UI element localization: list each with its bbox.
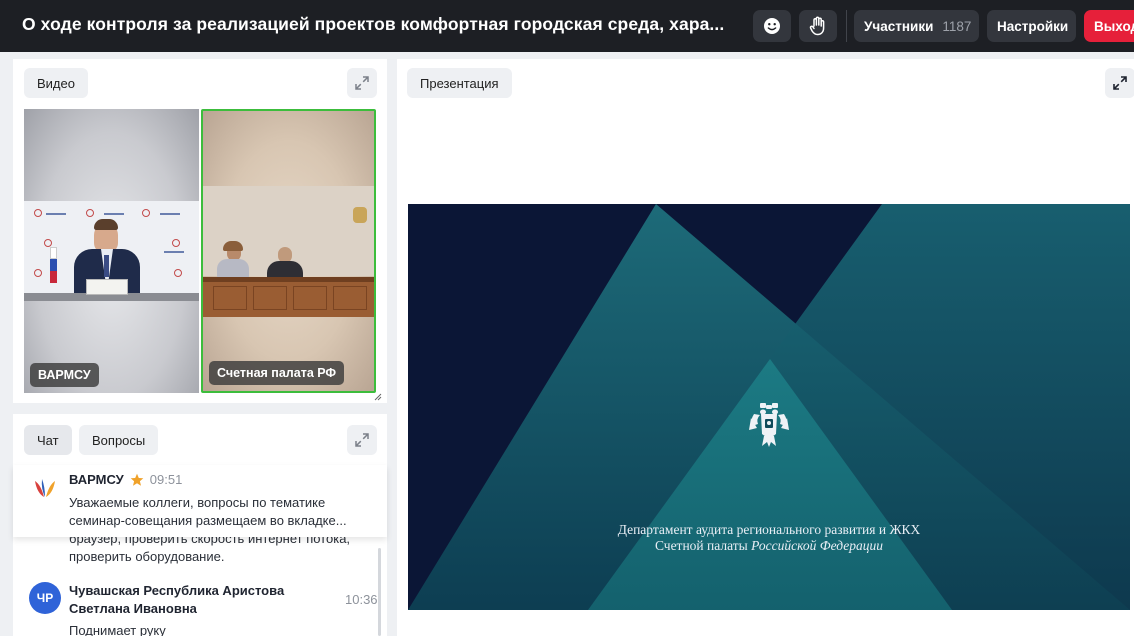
raise-hand-icon <box>809 16 825 36</box>
video-tile-label: Счетная палата РФ <box>209 361 345 385</box>
presentation-slide: Департамент аудита регионального развити… <box>408 204 1130 610</box>
emblem <box>353 207 367 223</box>
chat-message-time: 10:36 <box>345 592 378 607</box>
presentation-expand-button[interactable] <box>1105 68 1134 98</box>
tab-video[interactable]: Видео <box>24 68 88 98</box>
participants-count: 1187 <box>942 18 972 34</box>
tab-questions[interactable]: Вопросы <box>79 425 159 455</box>
participants-button[interactable]: Участники 1187 <box>854 10 979 42</box>
avatar: ЧР <box>29 582 61 614</box>
raise-hand-button[interactable] <box>799 10 837 42</box>
pinned-text: Уважаемые коллеги, вопросы по тематике с… <box>69 495 347 528</box>
tab-video-label: Видео <box>37 75 75 91</box>
star-icon <box>130 473 144 486</box>
page-title: О ходе контроля за реализацией проектов … <box>22 14 725 34</box>
tab-chat-label: Чат <box>37 432 59 448</box>
chat-message-text: Поднимает руку <box>69 623 166 636</box>
video-tile-schetnaya-palata[interactable]: Счетная палата РФ <box>201 109 376 393</box>
pinned-author: ВАРМСУ <box>69 472 124 487</box>
russian-coat-of-arms-icon <box>749 403 789 447</box>
tab-chat[interactable]: Чат <box>24 425 72 455</box>
pinned-time: 09:51 <box>149 472 183 487</box>
chat-scrollbar[interactable] <box>378 548 381 636</box>
settings-button[interactable]: Настройки <box>987 10 1076 42</box>
video-expand-button[interactable] <box>347 68 377 98</box>
expand-icon <box>1113 76 1127 90</box>
expand-icon <box>355 433 369 447</box>
settings-label: Настройки <box>997 18 1069 34</box>
chat-message-author: Чувашская Республика Аристова Светлана И… <box>69 583 285 616</box>
tab-presentation[interactable]: Презентация <box>407 68 512 98</box>
avatar-initials: ЧР <box>36 591 54 605</box>
tab-questions-label: Вопросы <box>92 432 146 448</box>
top-bar: О ходе контроля за реализацией проектов … <box>0 0 1134 52</box>
slide-department-line: Департамент аудита регионального развити… <box>617 522 921 537</box>
slide-federation-text: Российской Федерации <box>751 538 884 553</box>
resize-handle-icon[interactable] <box>374 393 382 401</box>
tab-presentation-label: Презентация <box>420 75 499 91</box>
varmsu-logo-icon <box>35 479 55 497</box>
exit-button[interactable]: Выход <box>1084 10 1134 42</box>
pinned-message[interactable]: ВАРМСУ 09:51 Уважаемые коллеги, вопросы … <box>13 465 387 537</box>
exit-label: Выход <box>1094 18 1134 34</box>
emoji-button[interactable] <box>753 10 791 42</box>
video-tile-varmsu[interactable]: ВАРМСУ <box>24 109 199 393</box>
video-tile-label: ВАРМСУ <box>30 363 99 387</box>
emoji-icon <box>764 18 780 34</box>
slide-chamber-line: Счетной палаты Российской Федерации <box>408 538 1130 554</box>
slide-chamber-text: Счетной палаты <box>654 538 752 553</box>
participants-label: Участники <box>864 18 934 34</box>
chat-expand-button[interactable] <box>347 425 377 455</box>
expand-icon <box>355 76 369 90</box>
toolbar-divider <box>846 10 847 42</box>
